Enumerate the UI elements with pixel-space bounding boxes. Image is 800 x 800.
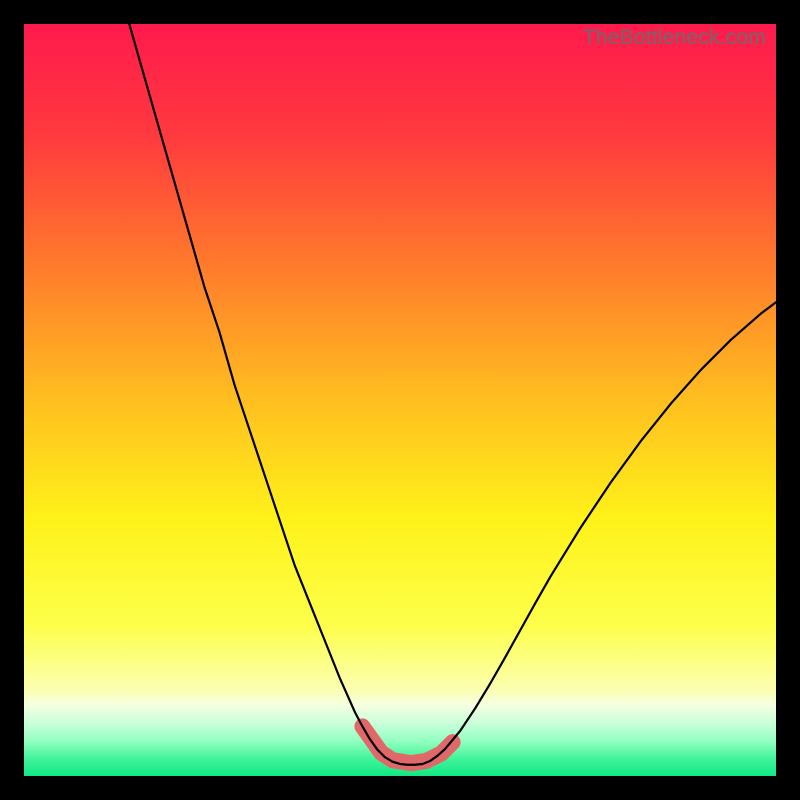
watermark-text: TheBottleneck.com [583, 26, 766, 50]
bottleneck-chart [24, 24, 776, 776]
chart-frame: TheBottleneck.com [24, 24, 776, 776]
gradient-fill [24, 24, 776, 776]
